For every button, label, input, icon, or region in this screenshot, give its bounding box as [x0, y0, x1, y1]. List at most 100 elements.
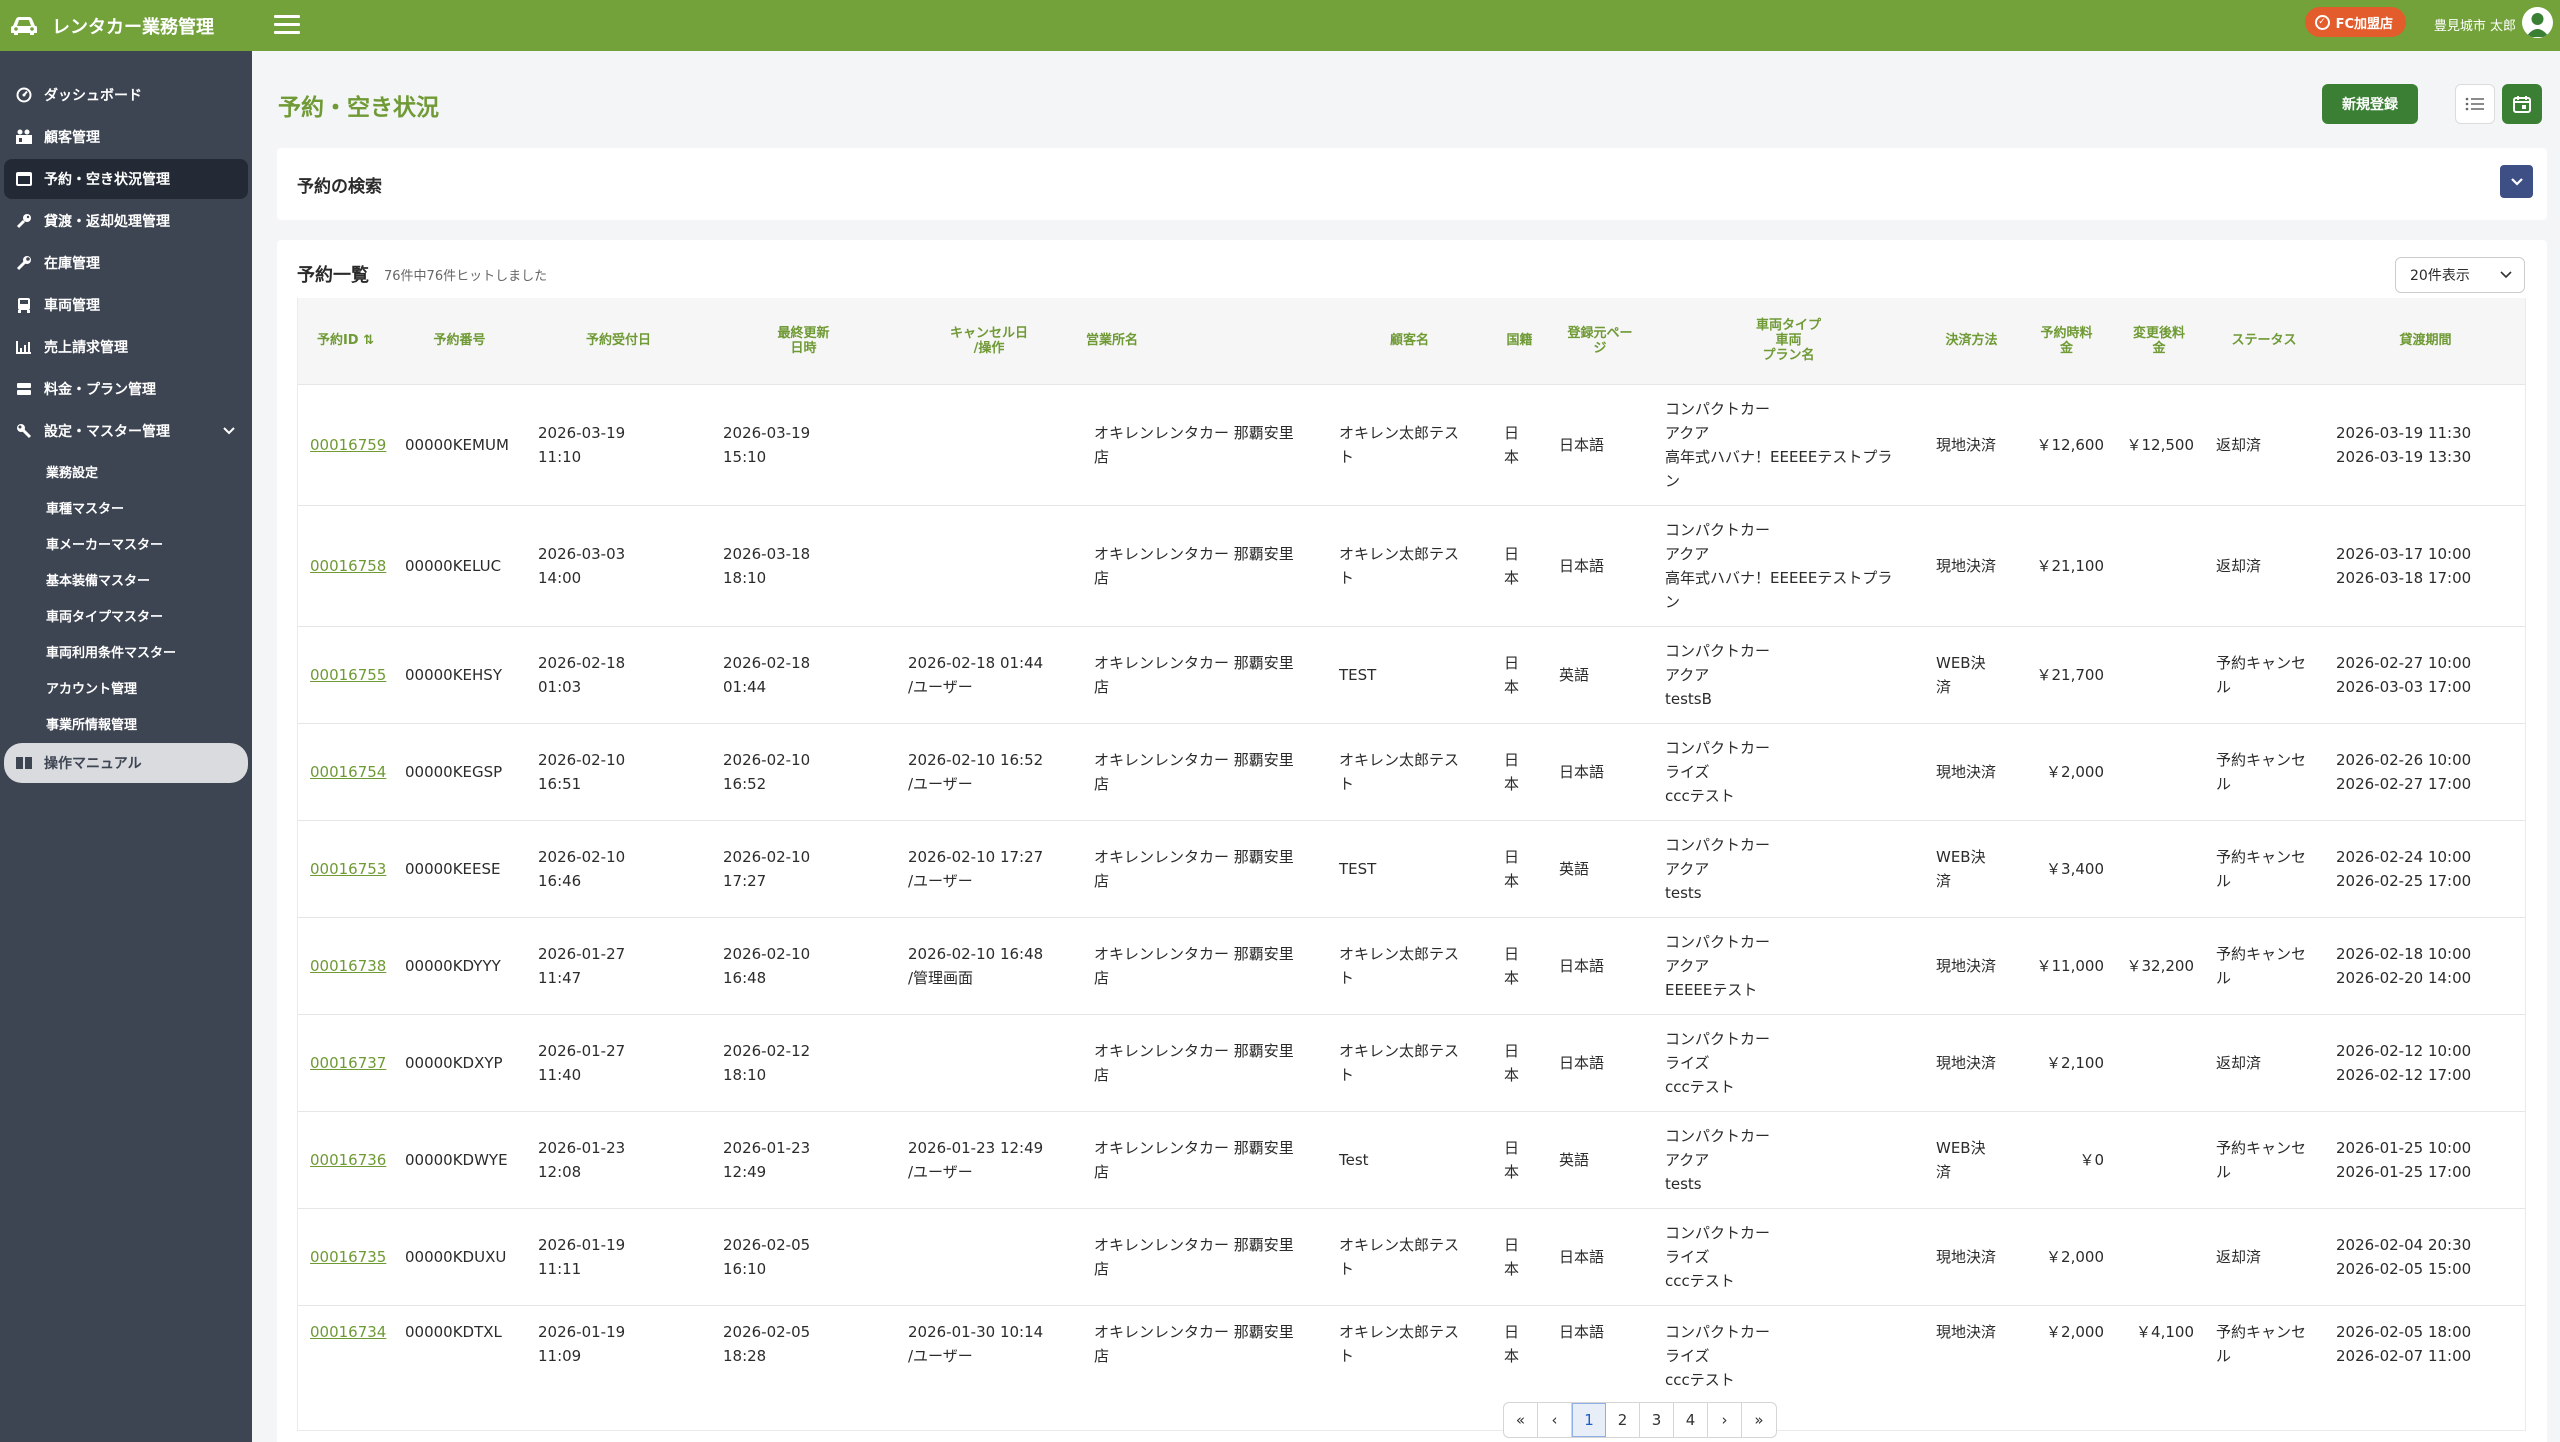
sidebar-subitem-car-model-master[interactable]: 車種マスター — [0, 489, 252, 525]
cell-source-page-text: 日本語 — [1559, 762, 1605, 781]
table-row[interactable]: 00016755 00000KEHSY 2026-02-18 01:03 2026-0… — [298, 625, 2525, 723]
sidebar-item-label: 設定・マスター管理 — [44, 424, 170, 440]
cell-received-date-text: 2026-01-23 12:08 — [538, 1138, 626, 1181]
cell-source-page-text: 日本語 — [1559, 435, 1605, 454]
cell-vehicle: コンパクトカー アクア testsB — [1653, 625, 1924, 723]
table-row[interactable]: 00016734 00000KDTXL 2026-01-19 11:09 2026-0… — [298, 1304, 2525, 1402]
page-size-select[interactable]: 20件表示 — [2395, 257, 2525, 293]
reservation-id-link[interactable]: 00016754 — [310, 763, 386, 781]
cell-reservation-id: 00016735 — [298, 1207, 393, 1305]
sidebar-subitem-usage-conditions-master[interactable]: 車両利用条件マスター — [0, 633, 252, 669]
sidebar-subitem-equipment-master[interactable]: 基本装備マスター — [0, 561, 252, 597]
avatar[interactable] — [2522, 7, 2553, 38]
cell-fee-text: ￥12,600 — [2036, 435, 2105, 454]
cell-updated-date-text: 2026-02-10 17:27 — [723, 847, 811, 890]
page-button-4[interactable]: 4 — [1674, 1403, 1708, 1437]
cell-office: オキレンレンタカー 那覇安里 店 — [1082, 819, 1327, 917]
reservation-id-link[interactable]: 00016753 — [310, 860, 386, 878]
page-button-2[interactable]: 2 — [1606, 1403, 1640, 1437]
table-header-row: 予約ID ⇅ 予約番号 予約受付日 最終更新 日時 キャンセル日 /操作 営業所… — [298, 298, 2525, 384]
table-row[interactable]: 00016736 00000KDWYE 2026-01-23 12:08 2026-0… — [298, 1110, 2525, 1208]
page-button-3[interactable]: 3 — [1640, 1403, 1674, 1437]
search-expand-button[interactable] — [2500, 165, 2533, 198]
table-row[interactable]: 00016758 00000KELUC 2026-03-03 14:00 2026-0… — [298, 504, 2525, 626]
prev-page-button[interactable]: ‹ — [1538, 1403, 1572, 1437]
sidebar-item-vehicles[interactable]: 車両管理 — [4, 285, 248, 325]
cell-fee-text: ￥2,100 — [2046, 1053, 2104, 1072]
cell-fee: ￥2,000 — [2019, 1304, 2114, 1402]
cell-received-date-text: 2026-01-19 11:09 — [538, 1322, 626, 1365]
sidebar-item-customers[interactable]: 顧客管理 — [4, 117, 248, 157]
reservation-id-link[interactable]: 00016755 — [310, 666, 386, 684]
cell-source-page: 日本語 — [1547, 722, 1653, 820]
next-page-button[interactable]: › — [1708, 1403, 1742, 1437]
cell-payment: 現地決済 — [1924, 722, 2019, 820]
table-row[interactable]: 00016738 00000KDYYY 2026-01-27 11:47 2026-0… — [298, 916, 2525, 1014]
cell-cancel-info-text: 2026-02-18 01:44 /ユーザー — [908, 653, 1044, 696]
cell-fee-text: ￥2,000 — [2046, 1247, 2104, 1266]
sidebar-subitem-office-info[interactable]: 事業所情報管理 — [0, 705, 252, 741]
sidebar-subitem-vehicle-type-master[interactable]: 車両タイプマスター — [0, 597, 252, 633]
table-row[interactable]: 00016759 00000KEMUM 2026-03-19 11:10 2026-0… — [298, 383, 2525, 505]
sidebar-item-manual[interactable]: 操作マニュアル — [4, 743, 248, 783]
reservation-id-link[interactable]: 00016738 — [310, 957, 386, 975]
reservation-id-link[interactable]: 00016734 — [310, 1323, 386, 1341]
col-header-fee-changed: 変更後料 金 — [2114, 298, 2204, 384]
key-icon — [14, 213, 34, 229]
sidebar-item-rental-return[interactable]: 貸渡・返却処理管理 — [4, 201, 248, 241]
first-page-button[interactable]: « — [1504, 1403, 1538, 1437]
last-page-button[interactable]: » — [1742, 1403, 1776, 1437]
user-name[interactable]: 豊見城市 太郎 — [2434, 15, 2516, 34]
sidebar-subitem-maker-master[interactable]: 車メーカーマスター — [0, 525, 252, 561]
page-button-1[interactable]: 1 — [1572, 1403, 1606, 1437]
sidebar-item-reservations[interactable]: 予約・空き状況管理 — [4, 159, 248, 199]
col-header-office: 営業所名 — [1082, 298, 1327, 384]
cell-nationality: 日 本 — [1492, 1110, 1547, 1208]
sidebar-subitem-business-settings[interactable]: 業務設定 — [0, 453, 252, 489]
table-row[interactable]: 00016737 00000KDXYP 2026-01-27 11:40 2026-0… — [298, 1013, 2525, 1111]
cell-office: オキレンレンタカー 那覇安里 店 — [1082, 1013, 1327, 1111]
sidebar-item-pricing[interactable]: 料金・プラン管理 — [4, 369, 248, 409]
table-row[interactable]: 00016754 00000KEGSP 2026-02-10 16:51 2026-0… — [298, 722, 2525, 820]
sidebar-item-settings[interactable]: 設定・マスター管理 — [4, 411, 248, 451]
app-header[interactable]: レンタカー業務管理 — [0, 0, 252, 51]
table-row[interactable]: 00016753 00000KEESE 2026-02-10 16:46 2026-0… — [298, 819, 2525, 917]
calendar-icon — [14, 172, 34, 186]
cell-nationality: 日 本 — [1492, 722, 1547, 820]
list-view-button[interactable] — [2455, 84, 2495, 124]
sidebar-item-label: 車両管理 — [44, 298, 100, 314]
reservation-table-container[interactable]: 予約ID ⇅ 予約番号 予約受付日 最終更新 日時 キャンセル日 /操作 営業所… — [297, 298, 2526, 1431]
cell-payment-text: 現地決済 — [1936, 1053, 1997, 1072]
cell-cancel-info-text: 2026-02-10 17:27 /ユーザー — [908, 847, 1044, 890]
cell-fee-text: ￥3,400 — [2046, 859, 2104, 878]
hamburger-menu-icon[interactable] — [274, 13, 300, 35]
cell-period: 2026-02-04 20:30 2026-02-05 15:00 — [2324, 1207, 2525, 1305]
cell-reservation-number-text: 00000KEESE — [405, 859, 501, 878]
sidebar-item-inventory[interactable]: 在庫管理 — [4, 243, 248, 283]
table-row[interactable]: 00016735 00000KDUXU 2026-01-19 11:11 2026-0… — [298, 1207, 2525, 1305]
top-bar: ✓ FC加盟店 豊見城市 太郎 — [252, 0, 2560, 51]
reservation-table-body: 00016759 00000KEMUM 2026-03-19 11:10 2026-0… — [298, 383, 2525, 1402]
cell-fee-changed — [2114, 1110, 2204, 1208]
cell-source-page-text: 日本語 — [1559, 1322, 1605, 1341]
cell-cancel-info: 2026-01-23 12:49 /ユーザー — [896, 1110, 1082, 1208]
cell-nationality: 日 本 — [1492, 625, 1547, 723]
sidebar-item-sales[interactable]: 売上請求管理 — [4, 327, 248, 367]
reservation-id-link[interactable]: 00016736 — [310, 1151, 386, 1169]
reservation-id-link[interactable]: 00016735 — [310, 1248, 386, 1266]
cell-vehicle-text: コンパクトカー ライズ cccテスト — [1665, 738, 1771, 805]
cell-reservation-number: 00000KELUC — [393, 504, 526, 626]
cell-fee: ￥21,700 — [2019, 625, 2114, 723]
cell-source-page: 日本語 — [1547, 504, 1653, 626]
cell-period-text: 2026-02-04 20:30 2026-02-05 15:00 — [2336, 1235, 2472, 1278]
cell-reservation-id: 00016754 — [298, 722, 393, 820]
reservation-id-link[interactable]: 00016758 — [310, 557, 386, 575]
sidebar-subitem-account-management[interactable]: アカウント管理 — [0, 669, 252, 705]
new-registration-button[interactable]: 新規登録 — [2322, 84, 2418, 124]
calendar-view-button[interactable] — [2502, 84, 2542, 124]
reservation-id-link[interactable]: 00016737 — [310, 1054, 386, 1072]
cell-received-date-text: 2026-03-19 11:10 — [538, 423, 626, 466]
reservation-id-link[interactable]: 00016759 — [310, 436, 386, 454]
col-header-id[interactable]: 予約ID ⇅ — [298, 298, 393, 384]
sidebar-item-dashboard[interactable]: ダッシュボード — [4, 75, 248, 115]
